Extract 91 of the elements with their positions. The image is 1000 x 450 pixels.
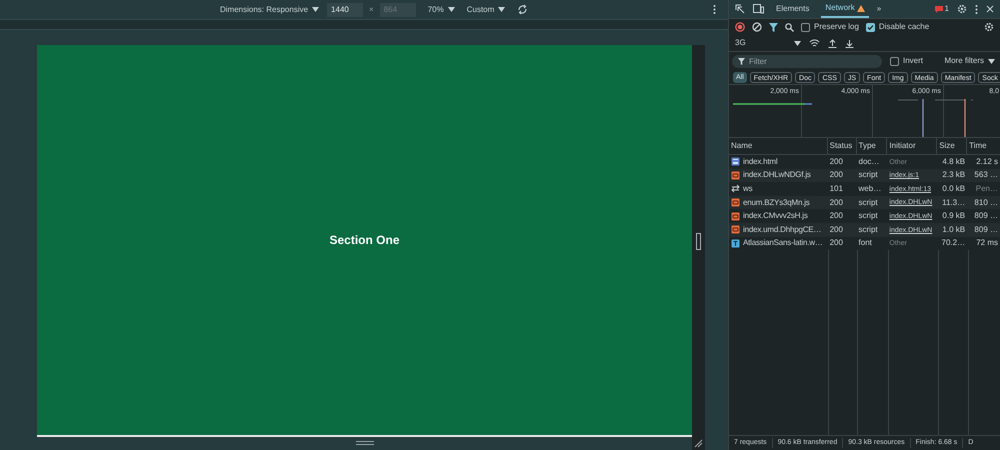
disable-cache-checkbox[interactable] <box>866 22 875 32</box>
caret-icon <box>988 58 995 64</box>
zoom-dropdown[interactable]: 70% <box>428 4 455 16</box>
column-header[interactable]: Size <box>937 138 968 154</box>
table-cell-text: 0.0 kB <box>941 182 966 195</box>
inspect-icon[interactable] <box>735 4 745 14</box>
message-icon <box>934 6 943 12</box>
table-cell-text: 2.12 s <box>975 156 999 168</box>
throttle-dropdown[interactable]: Custom <box>466 4 506 16</box>
column-header[interactable]: Name <box>729 138 828 154</box>
table-cell-text: 11.3… <box>941 196 966 209</box>
table-cell-text: 72 ms <box>975 237 999 250</box>
checkbox-label: Disable cache <box>878 21 930 33</box>
column-header[interactable]: Status <box>828 138 857 154</box>
more-tabs[interactable]: » <box>876 3 882 15</box>
table-cell-text: 70.2… <box>940 237 966 250</box>
download-icon[interactable] <box>845 38 854 48</box>
warning-icon <box>856 4 865 12</box>
search-icon[interactable] <box>785 22 794 32</box>
table-cell-text: 200 <box>828 224 844 236</box>
table-cell-text: Pen… <box>974 182 999 195</box>
devtools-tab[interactable]: Elements <box>772 0 814 18</box>
table-cell-text: script <box>858 224 879 236</box>
more-icon[interactable] <box>975 4 978 14</box>
request-name: enum.BZYs3qMn.js <box>743 196 810 209</box>
table-cell-text: 4.8 kB <box>941 156 966 168</box>
table-cell-text: 1.0 kB <box>941 224 966 236</box>
table-cell-text: script <box>858 196 879 209</box>
clear-icon[interactable] <box>752 22 762 32</box>
filter-icon[interactable] <box>769 22 778 32</box>
table-cell-text: script <box>858 169 879 182</box>
request-name: index.umd.DhhpgCE… <box>743 224 822 236</box>
column-header[interactable]: Initiator <box>887 138 938 154</box>
request-name: index.CMvvv2sH.js <box>743 210 808 222</box>
resize-handle-icon[interactable] <box>356 441 374 445</box>
caret-icon <box>448 7 455 12</box>
request-name: AtlassianSans-latin.w… <box>743 237 823 250</box>
table-cell-text: font <box>858 237 873 250</box>
resize-handle-icon[interactable] <box>696 233 701 250</box>
network-profile-dropdown[interactable]: 3G <box>735 37 801 49</box>
section-heading: Section One <box>329 232 400 249</box>
preserve-log-checkbox[interactable] <box>801 22 810 32</box>
checkbox-label: Preserve log <box>814 21 859 33</box>
invert-checkbox[interactable] <box>890 56 899 66</box>
table-cell-text: 200 <box>828 169 844 182</box>
table-cell-text: 809 … <box>973 210 999 222</box>
settings-icon[interactable] <box>957 4 967 14</box>
table-cell-text: 809 … <box>973 224 999 236</box>
times-sign: × <box>369 4 374 16</box>
table-cell-text: 563 … <box>973 169 999 182</box>
table-cell-text: 0.9 kB <box>941 210 966 222</box>
table-cell-text: doc… <box>858 156 880 168</box>
table-cell-text: 200 <box>828 196 844 209</box>
upload-icon[interactable] <box>828 38 837 48</box>
table-cell-text: 101 <box>828 182 844 195</box>
device-icon[interactable] <box>753 4 764 14</box>
column-header[interactable]: Time <box>967 138 1000 154</box>
transfer-icon <box>731 184 740 194</box>
dimensions-dropdown[interactable]: Dimensions: Responsive <box>220 4 320 16</box>
resize-corner-icon[interactable] <box>694 439 703 448</box>
caret-icon <box>312 7 320 12</box>
rotate-icon[interactable] <box>517 4 528 15</box>
request-name: index.DHLwNDGf.js <box>743 169 811 182</box>
request-name: ws <box>743 182 752 195</box>
filter-icon <box>738 58 745 64</box>
script-icon <box>731 170 740 180</box>
request-name: index.html <box>743 156 778 168</box>
document-icon <box>731 157 740 166</box>
more-filters-dropdown[interactable]: More filters <box>944 55 997 67</box>
width-field[interactable]: 1440 <box>327 2 364 16</box>
table-cell-text: script <box>858 210 879 222</box>
font-file-icon <box>731 238 740 248</box>
settings-icon[interactable] <box>984 22 994 32</box>
caret-icon <box>794 40 801 46</box>
table-cell-text: 2.3 kB <box>941 169 966 182</box>
devtools-tab[interactable]: Network <box>821 0 869 18</box>
close-icon[interactable] <box>986 5 994 13</box>
filter-field[interactable]: Filter <box>732 54 882 68</box>
column-header[interactable]: Type <box>856 138 888 154</box>
table-cell-text: 200 <box>828 237 844 250</box>
wifi-settings-icon[interactable] <box>809 38 820 48</box>
checkbox-label: Invert <box>903 55 924 67</box>
table-cell-text: 200 <box>828 210 844 222</box>
table-cell-text: 810 … <box>973 196 999 209</box>
issues-counter[interactable]: 1 <box>934 3 949 15</box>
caret-icon <box>498 7 506 12</box>
table-cell-text: web… <box>858 182 882 195</box>
table-cell-text: 200 <box>828 156 844 168</box>
issues-count: 1 <box>944 3 949 15</box>
more-icon[interactable] <box>713 5 716 14</box>
record-icon[interactable] <box>735 22 745 32</box>
